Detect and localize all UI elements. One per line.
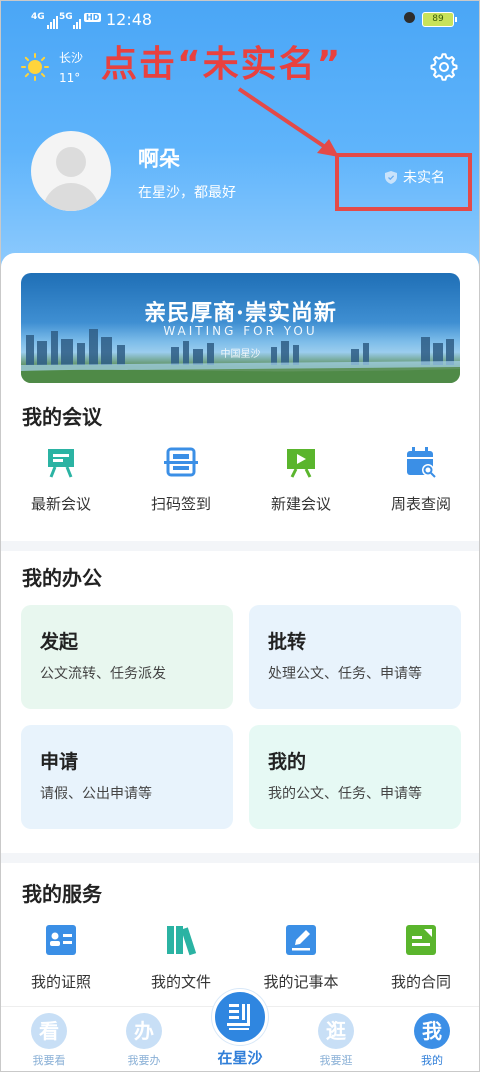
meeting-item-scan[interactable]: 扫码签到 <box>121 445 241 525</box>
banner-title: 亲民厚商·崇实尚新 <box>144 300 337 326</box>
xingsha-logo-icon <box>212 989 268 1045</box>
alarm-icon <box>404 12 415 23</box>
meeting-item-label: 扫码签到 <box>150 495 211 513</box>
tab-browse[interactable]: 逛 我要逛 <box>296 1013 376 1068</box>
signal2-label: 5G <box>59 12 73 22</box>
meeting-item-latest[interactable]: 最新会议 <box>1 445 121 525</box>
tab-mine[interactable]: 我 我的 <box>392 1013 472 1068</box>
office-card-initiate[interactable]: 发起 公文流转、任务派发 <box>21 605 233 709</box>
section-divider <box>1 541 479 551</box>
service-item-contract[interactable]: 我的合同 <box>361 923 479 1003</box>
office-card-apply[interactable]: 申请 请假、公出申请等 <box>21 725 233 829</box>
banner-subtitle: WAITING FOR YOU <box>163 324 318 338</box>
office-card-desc: 公文流转、任务派发 <box>40 666 166 682</box>
tab-label: 我的 <box>421 1054 443 1067</box>
office-card-desc: 我的公文、任务、申请等 <box>268 786 422 802</box>
tab-label: 我要逛 <box>319 1054 353 1067</box>
promo-banner[interactable]: 亲民厚商·崇实尚新 WAITING FOR YOU 中国星沙 <box>21 273 460 383</box>
office-card-approve[interactable]: 批转 处理公文、任务、申请等 <box>249 605 461 709</box>
do-icon: 办 <box>126 1013 162 1049</box>
office-card-title: 发起 <box>40 631 79 653</box>
easel-icon <box>48 449 74 478</box>
signal2-bars-icon <box>73 11 82 29</box>
avatar-body <box>43 183 99 211</box>
annotation-arrow-icon <box>237 87 339 157</box>
browse-icon: 逛 <box>318 1013 354 1049</box>
tab-look[interactable]: 看 我要看 <box>9 1013 89 1068</box>
signal-bars-icon <box>47 11 59 29</box>
meetings-section-title: 我的会议 <box>22 405 102 429</box>
presentation-icon <box>287 449 315 478</box>
office-card-desc: 处理公文、任务、申请等 <box>268 666 422 682</box>
avatar[interactable] <box>31 131 111 211</box>
annotation-highlight-box <box>335 153 472 211</box>
weather-temperature: 11° <box>59 71 81 85</box>
office-card-title: 批转 <box>268 631 307 653</box>
meetings-grid: 最新会议 扫码签到 新建会议 周表查阅 <box>1 445 479 525</box>
tab-label: 在星沙 <box>217 1049 263 1067</box>
service-item-label: 我的证照 <box>30 973 91 991</box>
look-icon: 看 <box>31 1013 67 1049</box>
contract-icon <box>406 925 436 955</box>
section-divider <box>1 853 479 863</box>
annotation-text: 点击“未实名” <box>101 44 343 85</box>
gear-icon[interactable] <box>428 51 460 83</box>
meeting-item-label: 最新会议 <box>30 495 91 513</box>
meeting-item-label: 周表查阅 <box>390 495 451 513</box>
services-section-title: 我的服务 <box>22 882 102 906</box>
books-icon <box>167 926 197 956</box>
tab-do[interactable]: 办 我要办 <box>104 1013 184 1068</box>
username: 啊朵 <box>138 147 180 171</box>
meeting-item-create[interactable]: 新建会议 <box>241 445 361 525</box>
calendar-search-icon <box>407 447 436 478</box>
banner-caption: 中国星沙 <box>220 349 261 360</box>
user-slogan: 在星沙，都最好 <box>138 185 236 201</box>
app-screen: 4G 5G HD 12:48 89 长沙 11° 点击“未实名” 啊朵 在星沙，… <box>0 0 480 1072</box>
status-bar: 4G 5G HD 12:48 89 <box>1 9 479 31</box>
sun-icon <box>21 53 49 81</box>
service-item-label: 我的合同 <box>390 973 451 991</box>
office-card-desc: 请假、公出申请等 <box>40 786 152 802</box>
battery-icon: 89 <box>422 12 457 27</box>
office-card-title: 我的 <box>268 751 307 773</box>
tab-xingsha[interactable]: 在星沙 <box>200 989 280 1068</box>
hd-badge: HD <box>84 13 102 22</box>
office-card-title: 申请 <box>40 751 79 773</box>
office-section-title: 我的办公 <box>22 566 102 590</box>
meeting-item-weekly[interactable]: 周表查阅 <box>361 445 479 525</box>
signal-label: 4G <box>31 12 45 22</box>
meeting-item-label: 新建会议 <box>270 495 331 513</box>
status-time: 12:48 <box>106 10 153 29</box>
weather-city: 长沙 <box>59 51 84 65</box>
edit-note-icon <box>286 925 316 955</box>
scan-icon <box>164 447 198 477</box>
office-card-mine[interactable]: 我的 我的公文、任务、申请等 <box>249 725 461 829</box>
mine-icon: 我 <box>414 1013 450 1049</box>
avatar-head <box>56 147 86 177</box>
id-card-icon <box>46 925 76 955</box>
service-item-license[interactable]: 我的证照 <box>1 923 121 1003</box>
tab-label: 我要办 <box>127 1054 161 1067</box>
profile-header: 4G 5G HD 12:48 89 长沙 11° 点击“未实名” 啊朵 在星沙，… <box>1 1 479 271</box>
tab-label: 我要看 <box>32 1054 66 1067</box>
